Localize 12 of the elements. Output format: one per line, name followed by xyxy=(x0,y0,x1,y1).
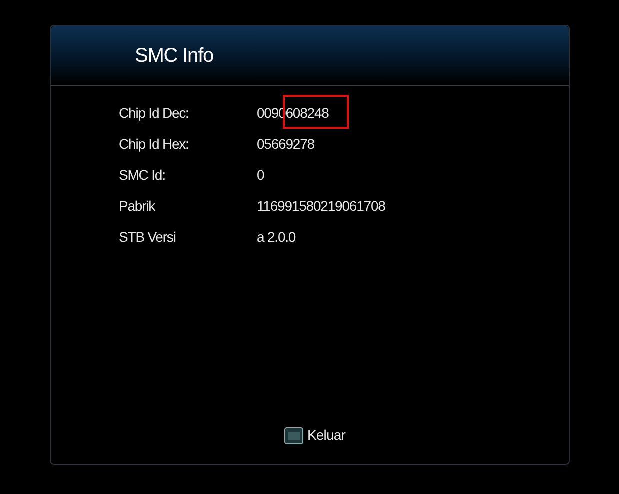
field-label: STB Versi xyxy=(119,228,177,247)
field-value: 05669278 xyxy=(257,135,314,154)
window-title: SMC Info xyxy=(135,44,214,68)
field-label: SMC Id: xyxy=(119,166,166,185)
field-value: 0 xyxy=(257,166,264,185)
field-label: Chip Id Dec: xyxy=(119,104,190,123)
field-label: Chip Id Hex: xyxy=(119,135,190,154)
exit-key-icon xyxy=(284,426,304,444)
exit-hint: Keluar xyxy=(307,426,346,445)
field-value: a 2.0.0 xyxy=(257,228,296,247)
field-value: 116991580219061708 xyxy=(257,197,386,216)
field-label: Pabrik xyxy=(119,197,156,216)
